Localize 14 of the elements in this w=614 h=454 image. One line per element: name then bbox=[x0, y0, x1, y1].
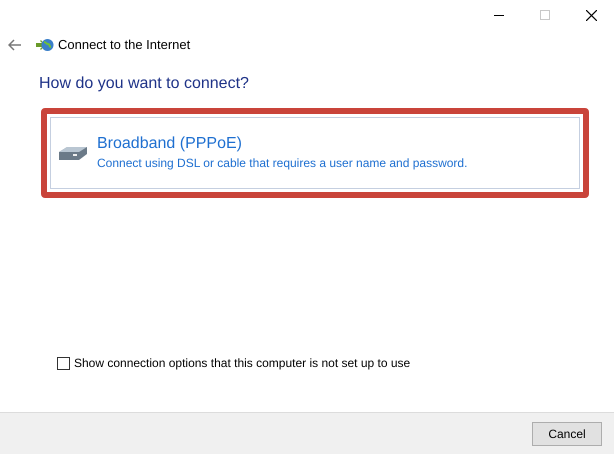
close-icon bbox=[586, 10, 596, 20]
page-heading: How do you want to connect? bbox=[39, 74, 250, 94]
back-arrow-icon[interactable] bbox=[8, 39, 22, 51]
option-description: Connect using DSL or cable that requires a user name and password. bbox=[97, 155, 468, 172]
checkbox-label: Show connection options that this computer is not set up to use bbox=[74, 355, 410, 372]
modem-icon bbox=[57, 144, 89, 162]
maximize-icon bbox=[540, 10, 550, 20]
globe-icon bbox=[36, 37, 54, 53]
option-title: Broadband (PPPoE) bbox=[97, 134, 243, 154]
cancel-button[interactable]: Cancel bbox=[532, 422, 602, 446]
minimize-icon bbox=[494, 14, 504, 16]
window-title: Connect to the Internet bbox=[58, 36, 190, 54]
checkbox[interactable] bbox=[57, 356, 70, 370]
connection-option[interactable]: Broadband (PPPoE) Connect using DSL or cable that requires a user name and password. bbox=[50, 117, 580, 189]
